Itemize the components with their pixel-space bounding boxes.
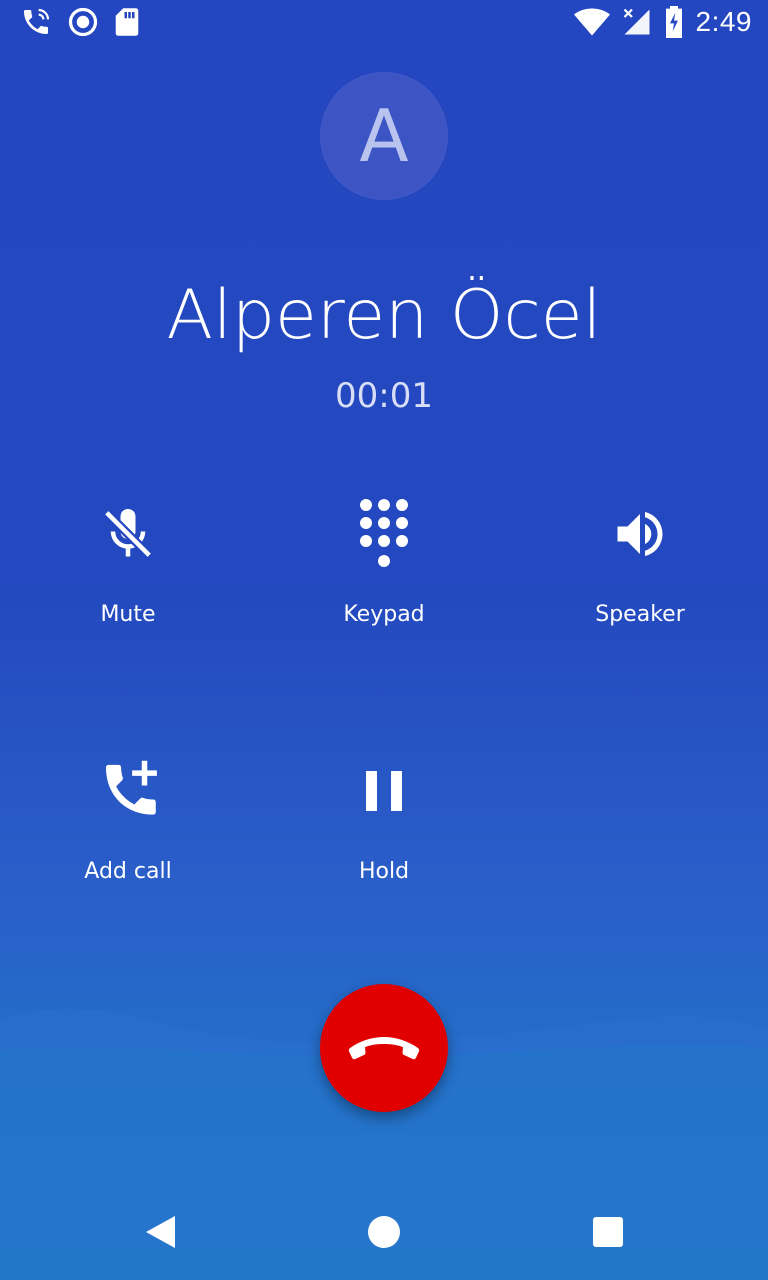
add-call-label: Add call [84, 859, 172, 884]
status-bar: 2:49 [0, 0, 768, 48]
keypad-button[interactable]: Keypad [274, 494, 494, 627]
navigation-bar [0, 1184, 768, 1280]
contact-name: Alperen Öcel [166, 276, 602, 355]
phone-in-call-icon [20, 6, 52, 38]
speaker-button[interactable]: Speaker [530, 494, 750, 627]
end-call-button[interactable] [320, 984, 448, 1112]
dialpad-icon [358, 498, 410, 570]
wifi-icon [573, 7, 610, 37]
hold-label: Hold [358, 859, 410, 884]
record-icon [68, 7, 98, 37]
sd-card-icon [114, 7, 140, 37]
home-icon [367, 1215, 401, 1249]
recents-button[interactable] [560, 1184, 656, 1280]
back-icon [143, 1214, 177, 1250]
contact-avatar: A [320, 72, 448, 200]
pause-icon [364, 769, 404, 813]
add-call-button[interactable]: Add call [18, 751, 238, 884]
back-button[interactable] [112, 1184, 208, 1280]
avatar-letter: A [359, 94, 409, 178]
battery-charging-icon [664, 6, 684, 38]
mute-button[interactable]: Mute [18, 494, 238, 627]
mic-off-icon [98, 502, 158, 566]
home-button[interactable] [336, 1184, 432, 1280]
recents-icon [592, 1216, 624, 1248]
add-call-icon [95, 758, 161, 824]
call-end-icon [347, 1033, 421, 1063]
keypad-label: Keypad [343, 602, 425, 627]
cell-signal-icon [622, 7, 652, 37]
status-time: 2:49 [695, 6, 752, 37]
call-duration: 00:01 [335, 376, 433, 416]
speaker-label: Speaker [595, 602, 685, 627]
speaker-icon [610, 504, 670, 564]
hold-button[interactable]: Hold [274, 751, 494, 884]
mute-label: Mute [100, 602, 156, 627]
